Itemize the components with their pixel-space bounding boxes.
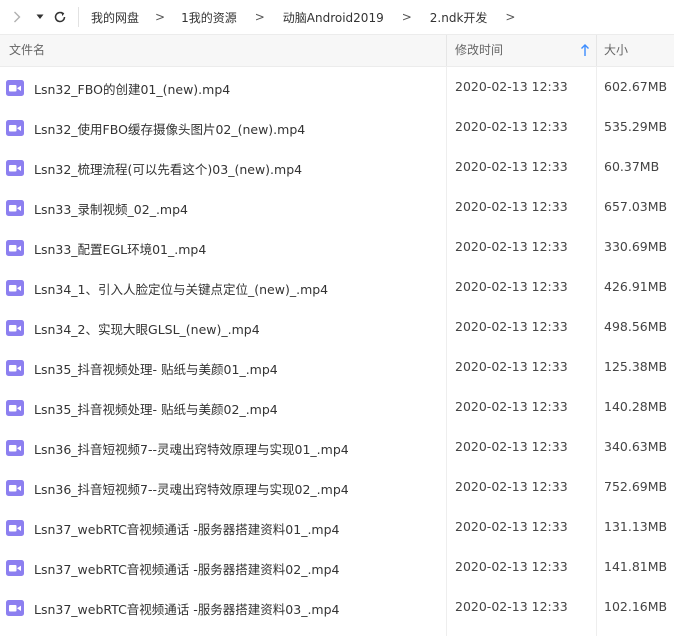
file-name[interactable]: Lsn37_webRTC音视频通话 -服务器搭建资料03_.mp4 <box>34 599 340 618</box>
file-row[interactable]: Lsn36_抖音短视频7--灵魂出窍特效原理与实现01_.mp4 2020-02-… <box>0 427 674 467</box>
file-name[interactable]: Lsn36_抖音短视频7--灵魂出窍特效原理与实现01_.mp4 <box>34 439 349 458</box>
breadcrumb-item-course[interactable]: 动脑Android2019 <box>281 9 386 26</box>
video-file-icon <box>6 200 24 216</box>
video-file-icon <box>6 400 24 416</box>
file-name[interactable]: Lsn37_webRTC音视频通话 -服务器搭建资料01_.mp4 <box>34 519 340 538</box>
file-name[interactable]: Lsn33_录制视频_02_.mp4 <box>34 199 188 218</box>
file-size: 657.03MB <box>604 199 668 214</box>
column-header-name[interactable]: 文件名 <box>9 35 45 66</box>
column-header-modified[interactable]: 修改时间 <box>455 35 503 66</box>
breadcrumb-item-current[interactable]: 2.ndk开发 <box>428 9 490 26</box>
file-row[interactable]: Lsn37_webRTC音视频通话 -服务器搭建资料03_.mp4 2020-02… <box>0 587 674 627</box>
file-modified-time: 2020-02-13 12:33 <box>455 119 568 134</box>
file-modified-time: 2020-02-13 12:33 <box>455 519 568 534</box>
file-size: 140.28MB <box>604 399 668 414</box>
file-name[interactable]: Lsn34_2、实现大眼GLSL_(new)_.mp4 <box>34 319 260 338</box>
video-file-icon <box>6 160 24 176</box>
video-file-icon <box>6 440 24 456</box>
file-name[interactable]: Lsn37_webRTC音视频通话 -服务器搭建资料02_.mp4 <box>34 559 340 578</box>
breadcrumb-separator-icon[interactable]: > <box>505 10 515 24</box>
file-size: 752.69MB <box>604 479 668 494</box>
refresh-icon <box>54 11 66 23</box>
file-modified-time: 2020-02-13 12:33 <box>455 79 568 94</box>
address-bar: 我的网盘 > 1我的资源 > 动脑Android2019 > 2.ndk开发 > <box>0 0 674 34</box>
video-file-icon <box>6 360 24 376</box>
file-modified-time: 2020-02-13 12:33 <box>455 559 568 574</box>
file-size: 330.69MB <box>604 239 668 254</box>
back-button[interactable] <box>6 5 28 29</box>
file-modified-time: 2020-02-13 12:33 <box>455 439 568 454</box>
file-modified-time: 2020-02-13 12:33 <box>455 159 568 174</box>
file-size: 131.13MB <box>604 519 668 534</box>
chevron-right-icon <box>14 11 21 23</box>
video-file-icon <box>6 280 24 296</box>
file-size: 535.29MB <box>604 119 668 134</box>
column-divider[interactable] <box>446 35 447 66</box>
file-modified-time: 2020-02-13 12:33 <box>455 599 568 614</box>
file-modified-time: 2020-02-13 12:33 <box>455 399 568 414</box>
file-row[interactable]: Lsn36_抖音短视频7--灵魂出窍特效原理与实现02_.mp4 2020-02-… <box>0 467 674 507</box>
file-size: 602.67MB <box>604 79 668 94</box>
column-header-size[interactable]: 大小 <box>604 35 628 66</box>
file-name[interactable]: Lsn35_抖音视频处理- 贴纸与美颜02_.mp4 <box>34 399 278 418</box>
file-row[interactable]: Lsn32_使用FBO缓存摄像头图片02_(new).mp4 2020-02-13… <box>0 107 674 147</box>
file-size: 498.56MB <box>604 319 668 334</box>
file-row[interactable]: Lsn32_FBO的创建01_(new).mp4 2020-02-13 12:33… <box>0 67 674 107</box>
video-file-icon <box>6 120 24 136</box>
breadcrumb-item-root[interactable]: 我的网盘 <box>89 9 141 26</box>
file-name[interactable]: Lsn36_抖音短视频7--灵魂出窍特效原理与实现02_.mp4 <box>34 479 349 498</box>
file-row[interactable]: Lsn33_配置EGL环境01_.mp4 2020-02-13 12:33 330.… <box>0 227 674 267</box>
file-row[interactable]: Lsn32_梳理流程(可以先看这个)03_(new).mp4 2020-02-13… <box>0 147 674 187</box>
file-row[interactable]: Lsn37_webRTC音视频通话 -服务器搭建资料01_.mp4 2020-02… <box>0 507 674 547</box>
file-modified-time: 2020-02-13 12:33 <box>455 199 568 214</box>
file-row[interactable]: Lsn35_抖音视频处理- 贴纸与美颜02_.mp4 2020-02-13 12:… <box>0 387 674 427</box>
file-list: Lsn32_FBO的创建01_(new).mp4 2020-02-13 12:33… <box>0 67 674 627</box>
file-row[interactable]: Lsn37_webRTC音视频通话 -服务器搭建资料02_.mp4 2020-02… <box>0 547 674 587</box>
file-row[interactable]: Lsn35_抖音视频处理- 贴纸与美颜01_.mp4 2020-02-13 12:… <box>0 347 674 387</box>
file-name[interactable]: Lsn34_1、引入人脸定位与关键点定位_(new)_.mp4 <box>34 279 328 298</box>
breadcrumb: 我的网盘 > 1我的资源 > 动脑Android2019 > 2.ndk开发 > <box>89 9 531 26</box>
breadcrumb-separator-icon[interactable]: > <box>155 10 165 24</box>
file-modified-time: 2020-02-13 12:33 <box>455 359 568 374</box>
file-modified-time: 2020-02-13 12:33 <box>455 479 568 494</box>
video-file-icon <box>6 480 24 496</box>
video-file-icon <box>6 240 24 256</box>
file-size: 340.63MB <box>604 439 668 454</box>
file-list-header: 文件名 修改时间 大小 <box>0 34 674 67</box>
file-size: 60.37MB <box>604 159 660 174</box>
file-name[interactable]: Lsn32_使用FBO缓存摄像头图片02_(new).mp4 <box>34 119 305 138</box>
divider <box>78 7 79 27</box>
file-size: 125.38MB <box>604 359 668 374</box>
video-file-icon <box>6 320 24 336</box>
file-row[interactable]: Lsn34_1、引入人脸定位与关键点定位_(new)_.mp4 2020-02-1… <box>0 267 674 307</box>
file-modified-time: 2020-02-13 12:33 <box>455 279 568 294</box>
history-dropdown-button[interactable] <box>32 5 48 29</box>
file-size: 426.91MB <box>604 279 668 294</box>
breadcrumb-separator-icon[interactable]: > <box>402 10 412 24</box>
file-modified-time: 2020-02-13 12:33 <box>455 239 568 254</box>
file-row[interactable]: Lsn33_录制视频_02_.mp4 2020-02-13 12:33 657.03… <box>0 187 674 227</box>
caret-down-icon <box>36 14 44 19</box>
file-size: 141.81MB <box>604 559 668 574</box>
video-file-icon <box>6 560 24 576</box>
refresh-button[interactable] <box>50 5 70 29</box>
video-file-icon <box>6 80 24 96</box>
file-modified-time: 2020-02-13 12:33 <box>455 319 568 334</box>
column-divider[interactable] <box>596 35 597 66</box>
file-name[interactable]: Lsn35_抖音视频处理- 贴纸与美颜01_.mp4 <box>34 359 278 378</box>
file-name[interactable]: Lsn33_配置EGL环境01_.mp4 <box>34 239 206 258</box>
file-name[interactable]: Lsn32_梳理流程(可以先看这个)03_(new).mp4 <box>34 159 302 178</box>
video-file-icon <box>6 600 24 616</box>
sort-ascending-icon[interactable] <box>580 44 590 57</box>
file-row[interactable]: Lsn34_2、实现大眼GLSL_(new)_.mp4 2020-02-13 12… <box>0 307 674 347</box>
breadcrumb-separator-icon[interactable]: > <box>255 10 265 24</box>
breadcrumb-item-resources[interactable]: 1我的资源 <box>179 9 239 26</box>
file-name[interactable]: Lsn32_FBO的创建01_(new).mp4 <box>34 79 230 98</box>
file-size: 102.16MB <box>604 599 668 614</box>
video-file-icon <box>6 520 24 536</box>
